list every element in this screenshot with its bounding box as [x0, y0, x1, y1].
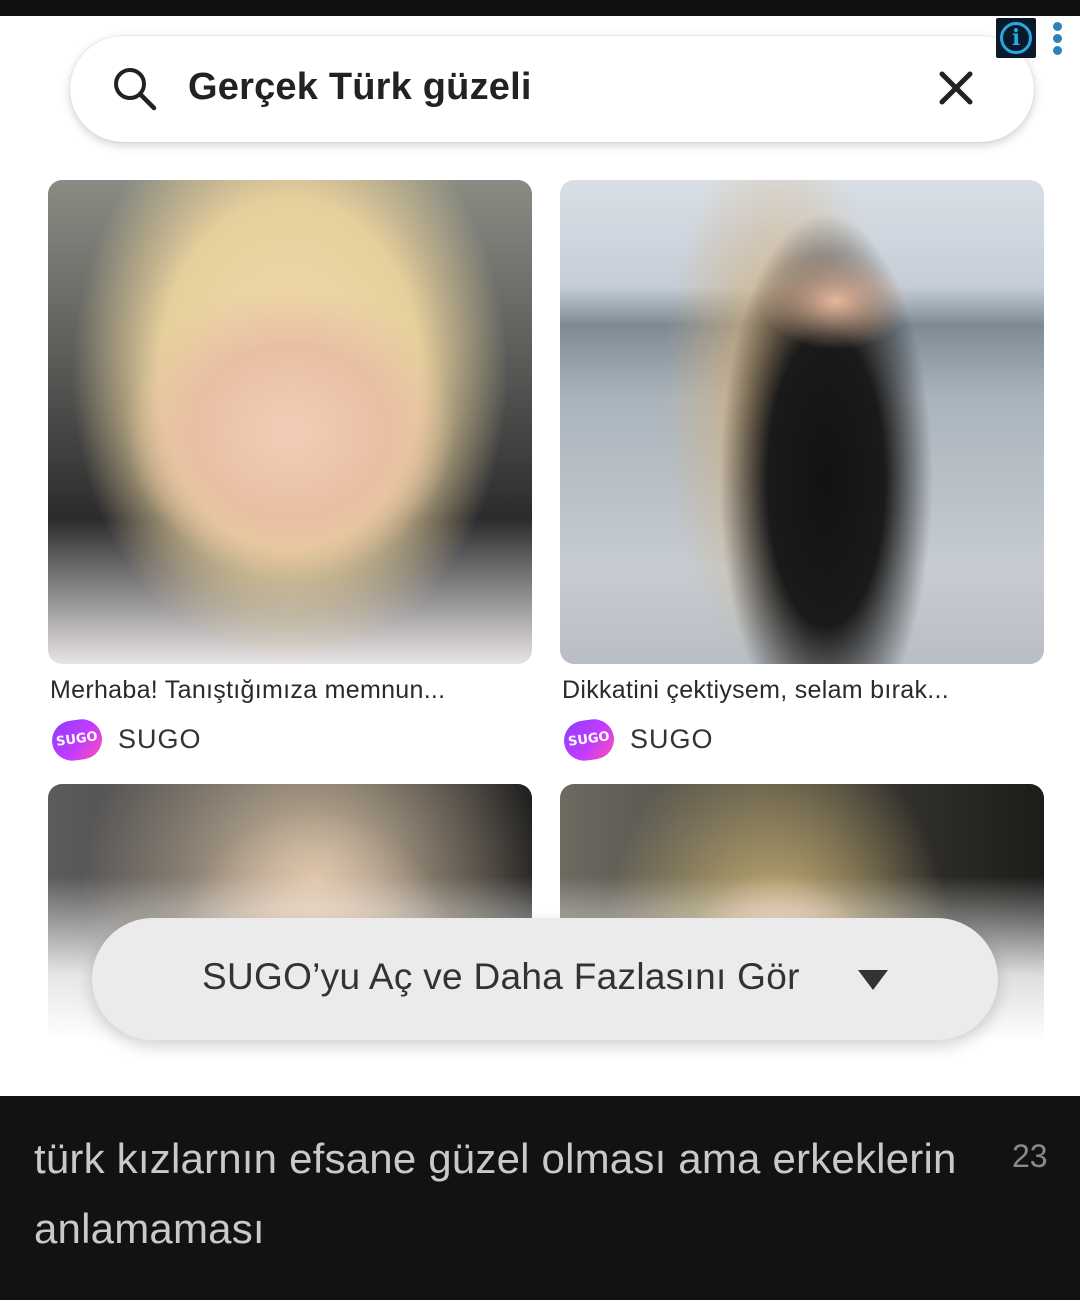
ad-info-icon[interactable]: i [996, 18, 1036, 58]
ad-container[interactable]: Gerçek Türk güzeli i Merhaba! Tanıştığım… [0, 16, 1080, 1096]
top-strip [0, 0, 1080, 16]
search-query[interactable]: Gerçek Türk güzeli [188, 66, 532, 109]
card-caption[interactable]: Merhaba! Tanıştığımıza memnun... [50, 676, 445, 705]
brand-name: SUGO [630, 724, 714, 754]
caret-down-icon [858, 970, 888, 990]
close-icon[interactable] [936, 68, 976, 108]
sugo-logo-icon: SUGO [561, 716, 617, 764]
search-icon [114, 68, 157, 111]
comment-panel: türk kızlarnın efsane güzel olması ama e… [0, 1096, 1080, 1300]
search-bar[interactable]: Gerçek Türk güzeli [70, 36, 1034, 142]
profile-photo[interactable] [48, 180, 532, 664]
brand-name: SUGO [118, 724, 202, 754]
card-caption[interactable]: Dikkatini çektiysem, selam bırak... [562, 676, 949, 705]
sugo-logo-icon: SUGO [49, 716, 105, 764]
comment-text: türk kızlarnın efsane güzel olması ama e… [34, 1135, 957, 1252]
comment-count[interactable]: 23 [1012, 1138, 1048, 1175]
open-app-label: SUGO’yu Aç ve Daha Fazlasını Gör [202, 956, 800, 997]
profile-photo[interactable] [560, 180, 1044, 664]
open-app-button[interactable]: SUGO’yu Aç ve Daha Fazlasını Gör [92, 918, 998, 1040]
info-glyph: i [1000, 22, 1032, 54]
more-options-icon[interactable] [1050, 22, 1064, 56]
